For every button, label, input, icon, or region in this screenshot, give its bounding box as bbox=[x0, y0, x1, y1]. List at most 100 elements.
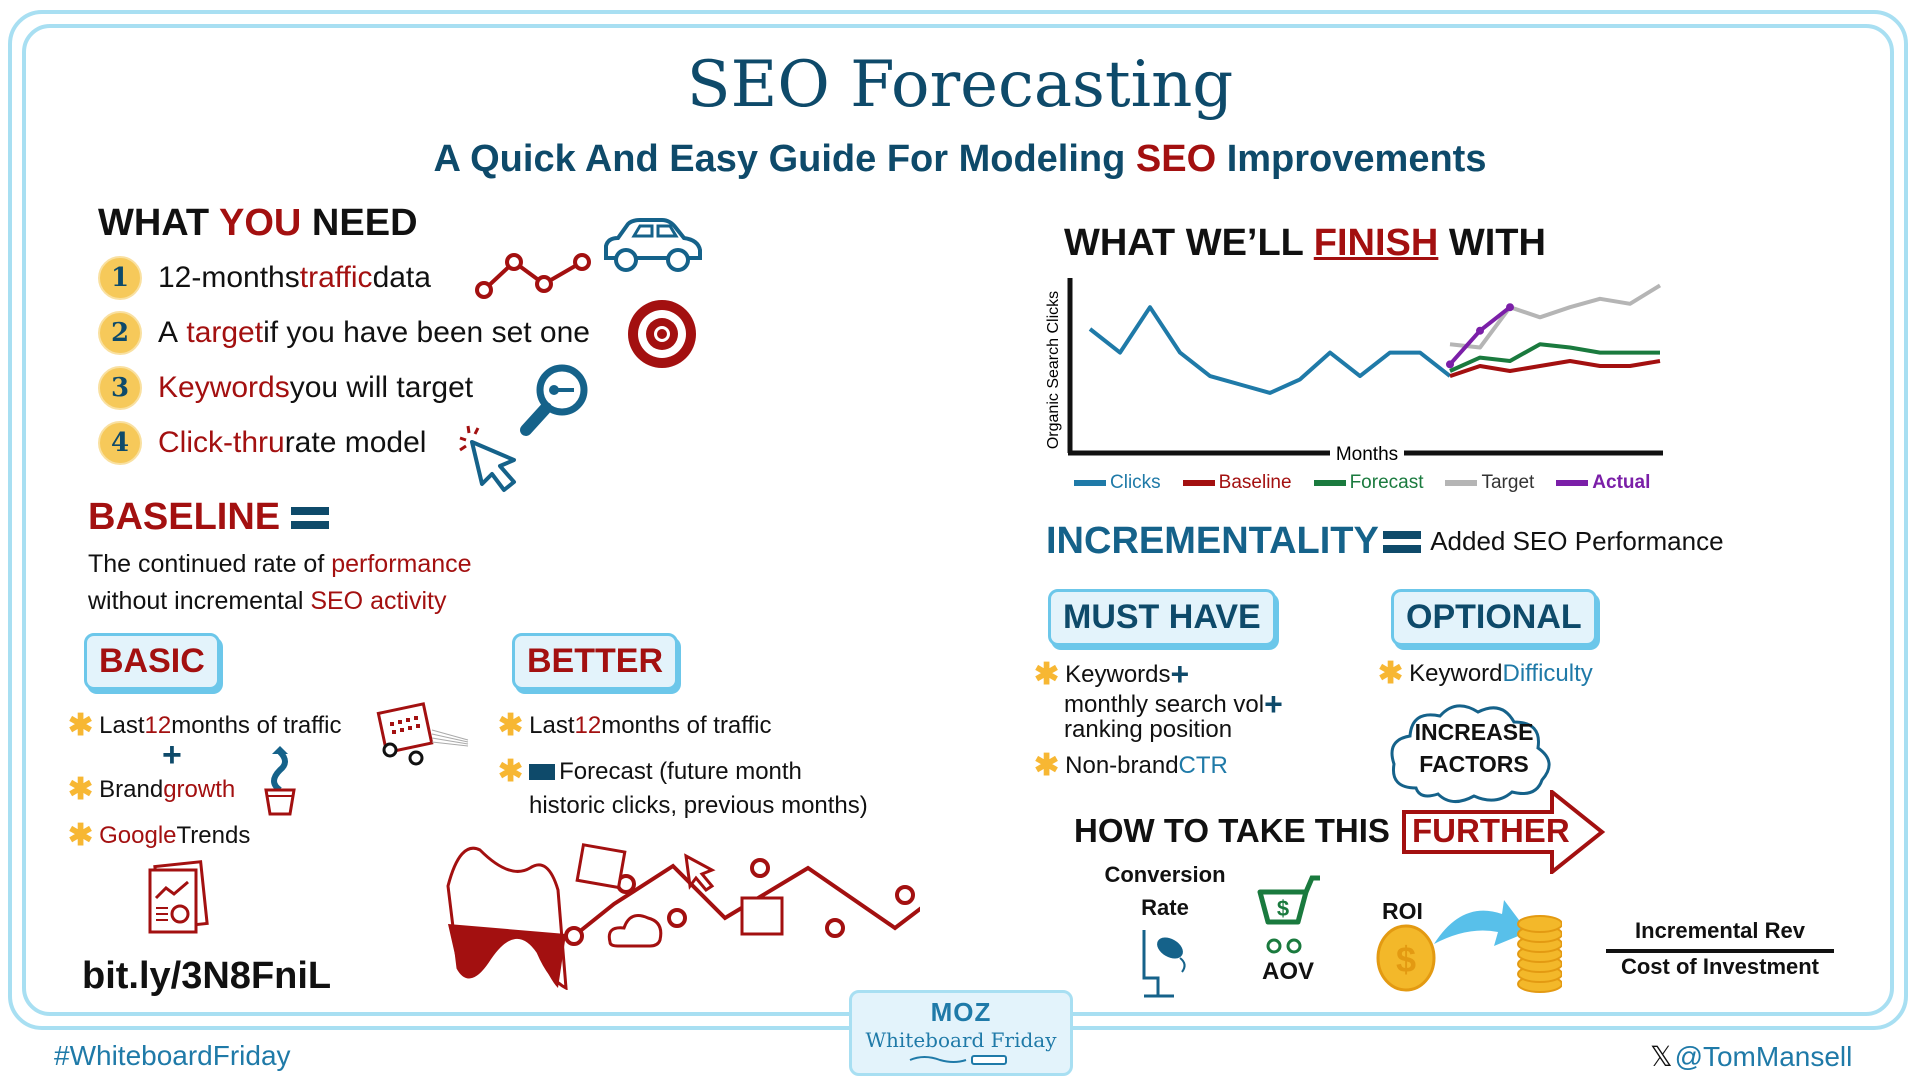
handle-text: @TomMansell bbox=[1674, 1040, 1853, 1072]
need-item-4: 4 Click-thru rate model bbox=[98, 421, 426, 465]
chart-legend: Clicks Baseline Forecast Target Actual bbox=[1074, 472, 1650, 494]
must-have-tag: MUST HAVE bbox=[1048, 589, 1276, 646]
label-line: Rate bbox=[1141, 895, 1189, 920]
cursor-click-icon bbox=[459, 425, 516, 492]
item-highlight: CTR bbox=[1178, 751, 1228, 779]
target-icon bbox=[628, 300, 696, 368]
aov-label: AOV bbox=[1262, 958, 1315, 985]
legend-label: Actual bbox=[1592, 472, 1651, 493]
better-tag: BETTER bbox=[512, 633, 678, 690]
item-text: Last bbox=[99, 711, 145, 739]
legend-clicks: Clicks bbox=[1074, 472, 1161, 494]
point-actual bbox=[1506, 303, 1514, 312]
line-chart-icon bbox=[475, 253, 591, 299]
x-logo-icon: 𝕏 bbox=[1650, 1041, 1673, 1072]
baseline-heading: BASELINE bbox=[88, 496, 329, 539]
item-text: rate model bbox=[284, 426, 427, 459]
number-badge: 4 bbox=[98, 421, 142, 465]
incrementality-definition: Added SEO Performance bbox=[1430, 526, 1724, 556]
legend-label: Clicks bbox=[1110, 472, 1161, 493]
item-highlight: Difficulty bbox=[1502, 659, 1593, 687]
marker-icon bbox=[909, 1055, 1007, 1065]
item-text: Keywords bbox=[1065, 660, 1171, 688]
what-you-need-heading: WHAT YOU NEED bbox=[98, 202, 418, 245]
shopping-cart-icon: $ bbox=[1257, 875, 1320, 954]
desc-text: without incremental bbox=[88, 587, 311, 615]
item-highlight: Google bbox=[99, 821, 177, 849]
asterisk-icon: ✱ bbox=[68, 709, 94, 742]
further-heading: HOW TO TAKE THIS bbox=[1074, 812, 1390, 849]
asterisk-icon: ✱ bbox=[1034, 658, 1060, 691]
heading-highlight: FINISH bbox=[1313, 222, 1439, 264]
finish-heading: WHAT WE’LL FINISH WITH bbox=[1064, 222, 1546, 265]
asterisk-icon: ✱ bbox=[498, 709, 524, 742]
better-item-2: ✱ Forecast (future month bbox=[498, 754, 802, 789]
heading-highlight: YOU bbox=[219, 202, 302, 244]
label-line: Conversion bbox=[1104, 862, 1226, 887]
cloud-line: INCREASE bbox=[1414, 719, 1534, 745]
y-axis-label: Organic Search Clicks bbox=[1045, 291, 1062, 449]
need-item-3: 3 Keywords you will target bbox=[98, 366, 473, 410]
report-document-icon bbox=[148, 860, 209, 934]
series-clicks bbox=[1088, 305, 1452, 395]
asterisk-icon: ✱ bbox=[1034, 749, 1060, 782]
roi-numerator: Incremental Rev bbox=[1635, 918, 1805, 943]
item-highlight: growth bbox=[163, 775, 236, 803]
asterisk-icon: ✱ bbox=[68, 773, 94, 806]
plus-icon: + bbox=[162, 736, 182, 774]
roi-denominator: Cost of Investment bbox=[1620, 954, 1820, 979]
legend-label: Forecast bbox=[1349, 472, 1424, 493]
subtitle-highlight: SEO bbox=[1135, 138, 1217, 180]
heading-part: WHAT bbox=[98, 202, 220, 244]
point-actual bbox=[1476, 326, 1484, 335]
number-badge: 3 bbox=[98, 366, 142, 410]
svg-text:$: $ bbox=[1396, 939, 1416, 980]
item-highlight: Click-thru bbox=[158, 426, 285, 459]
desc-text: The continued rate of bbox=[88, 550, 332, 578]
optional-tag: OPTIONAL bbox=[1391, 589, 1597, 646]
need-item-2: 2 A target if you have been set one bbox=[98, 311, 590, 355]
page-title: SEO Forecasting bbox=[686, 48, 1234, 122]
moz-sub: Whiteboard Friday bbox=[865, 1028, 1057, 1052]
item-highlight: traffic bbox=[299, 261, 373, 294]
series-baseline bbox=[1449, 359, 1661, 378]
desc-highlight: SEO activity bbox=[310, 587, 447, 615]
fraction-bar bbox=[1606, 949, 1834, 953]
desc-highlight: performance bbox=[331, 550, 472, 578]
author-handle[interactable]: 𝕏 @TomMansell bbox=[1650, 1040, 1852, 1073]
item-text: if you have been set one bbox=[263, 316, 590, 349]
baseline-title: BASELINE bbox=[88, 496, 281, 538]
item-highlight: 12 bbox=[574, 711, 602, 739]
item-text: A bbox=[158, 316, 179, 349]
roi-coin-stack-icon: $ bbox=[1376, 900, 1562, 993]
moz-badge: MOZ Whiteboard Friday bbox=[849, 990, 1073, 1076]
number-badge: 1 bbox=[98, 256, 142, 300]
short-link[interactable]: bit.ly/3N8FniL bbox=[82, 955, 331, 998]
conversion-rate-label: Conversion Rate bbox=[1100, 858, 1230, 924]
legend-forecast: Forecast bbox=[1313, 472, 1424, 494]
item-text: Forecast (future month bbox=[559, 757, 802, 785]
page-subtitle: A Quick And Easy Guide For Modeling SEO … bbox=[0, 138, 1920, 181]
equals-icon bbox=[1383, 530, 1422, 553]
item-text: months of traffic bbox=[171, 711, 342, 739]
calendar-cart-icon bbox=[376, 702, 469, 766]
must-have-item-2: ✱ Non-brand CTR bbox=[1034, 748, 1228, 783]
item-text: you will target bbox=[289, 371, 474, 404]
equals-icon bbox=[290, 506, 329, 529]
trend-illustration bbox=[446, 843, 920, 990]
better-item-1: ✱ Last 12 months of traffic bbox=[498, 708, 772, 743]
legend-target: Target bbox=[1445, 472, 1534, 494]
number-badge: 2 bbox=[98, 311, 142, 355]
item-text: Brand bbox=[99, 775, 164, 803]
x-axis-label: Months bbox=[1336, 444, 1398, 465]
legend-actual: Actual bbox=[1556, 472, 1650, 494]
legend-label: Baseline bbox=[1218, 472, 1292, 493]
item-text: Trends bbox=[176, 821, 251, 849]
item-text: Keyword bbox=[1409, 659, 1503, 687]
basic-tag: BASIC bbox=[84, 633, 220, 690]
item-text: Last bbox=[529, 711, 575, 739]
item-highlight: Keywords bbox=[158, 371, 290, 404]
hashtag-link[interactable]: #WhiteboardFriday bbox=[54, 1040, 291, 1072]
basic-item-1: ✱ Last 12 months of traffic bbox=[68, 708, 342, 743]
need-item-1: 1 12-months traffic data bbox=[98, 256, 431, 300]
